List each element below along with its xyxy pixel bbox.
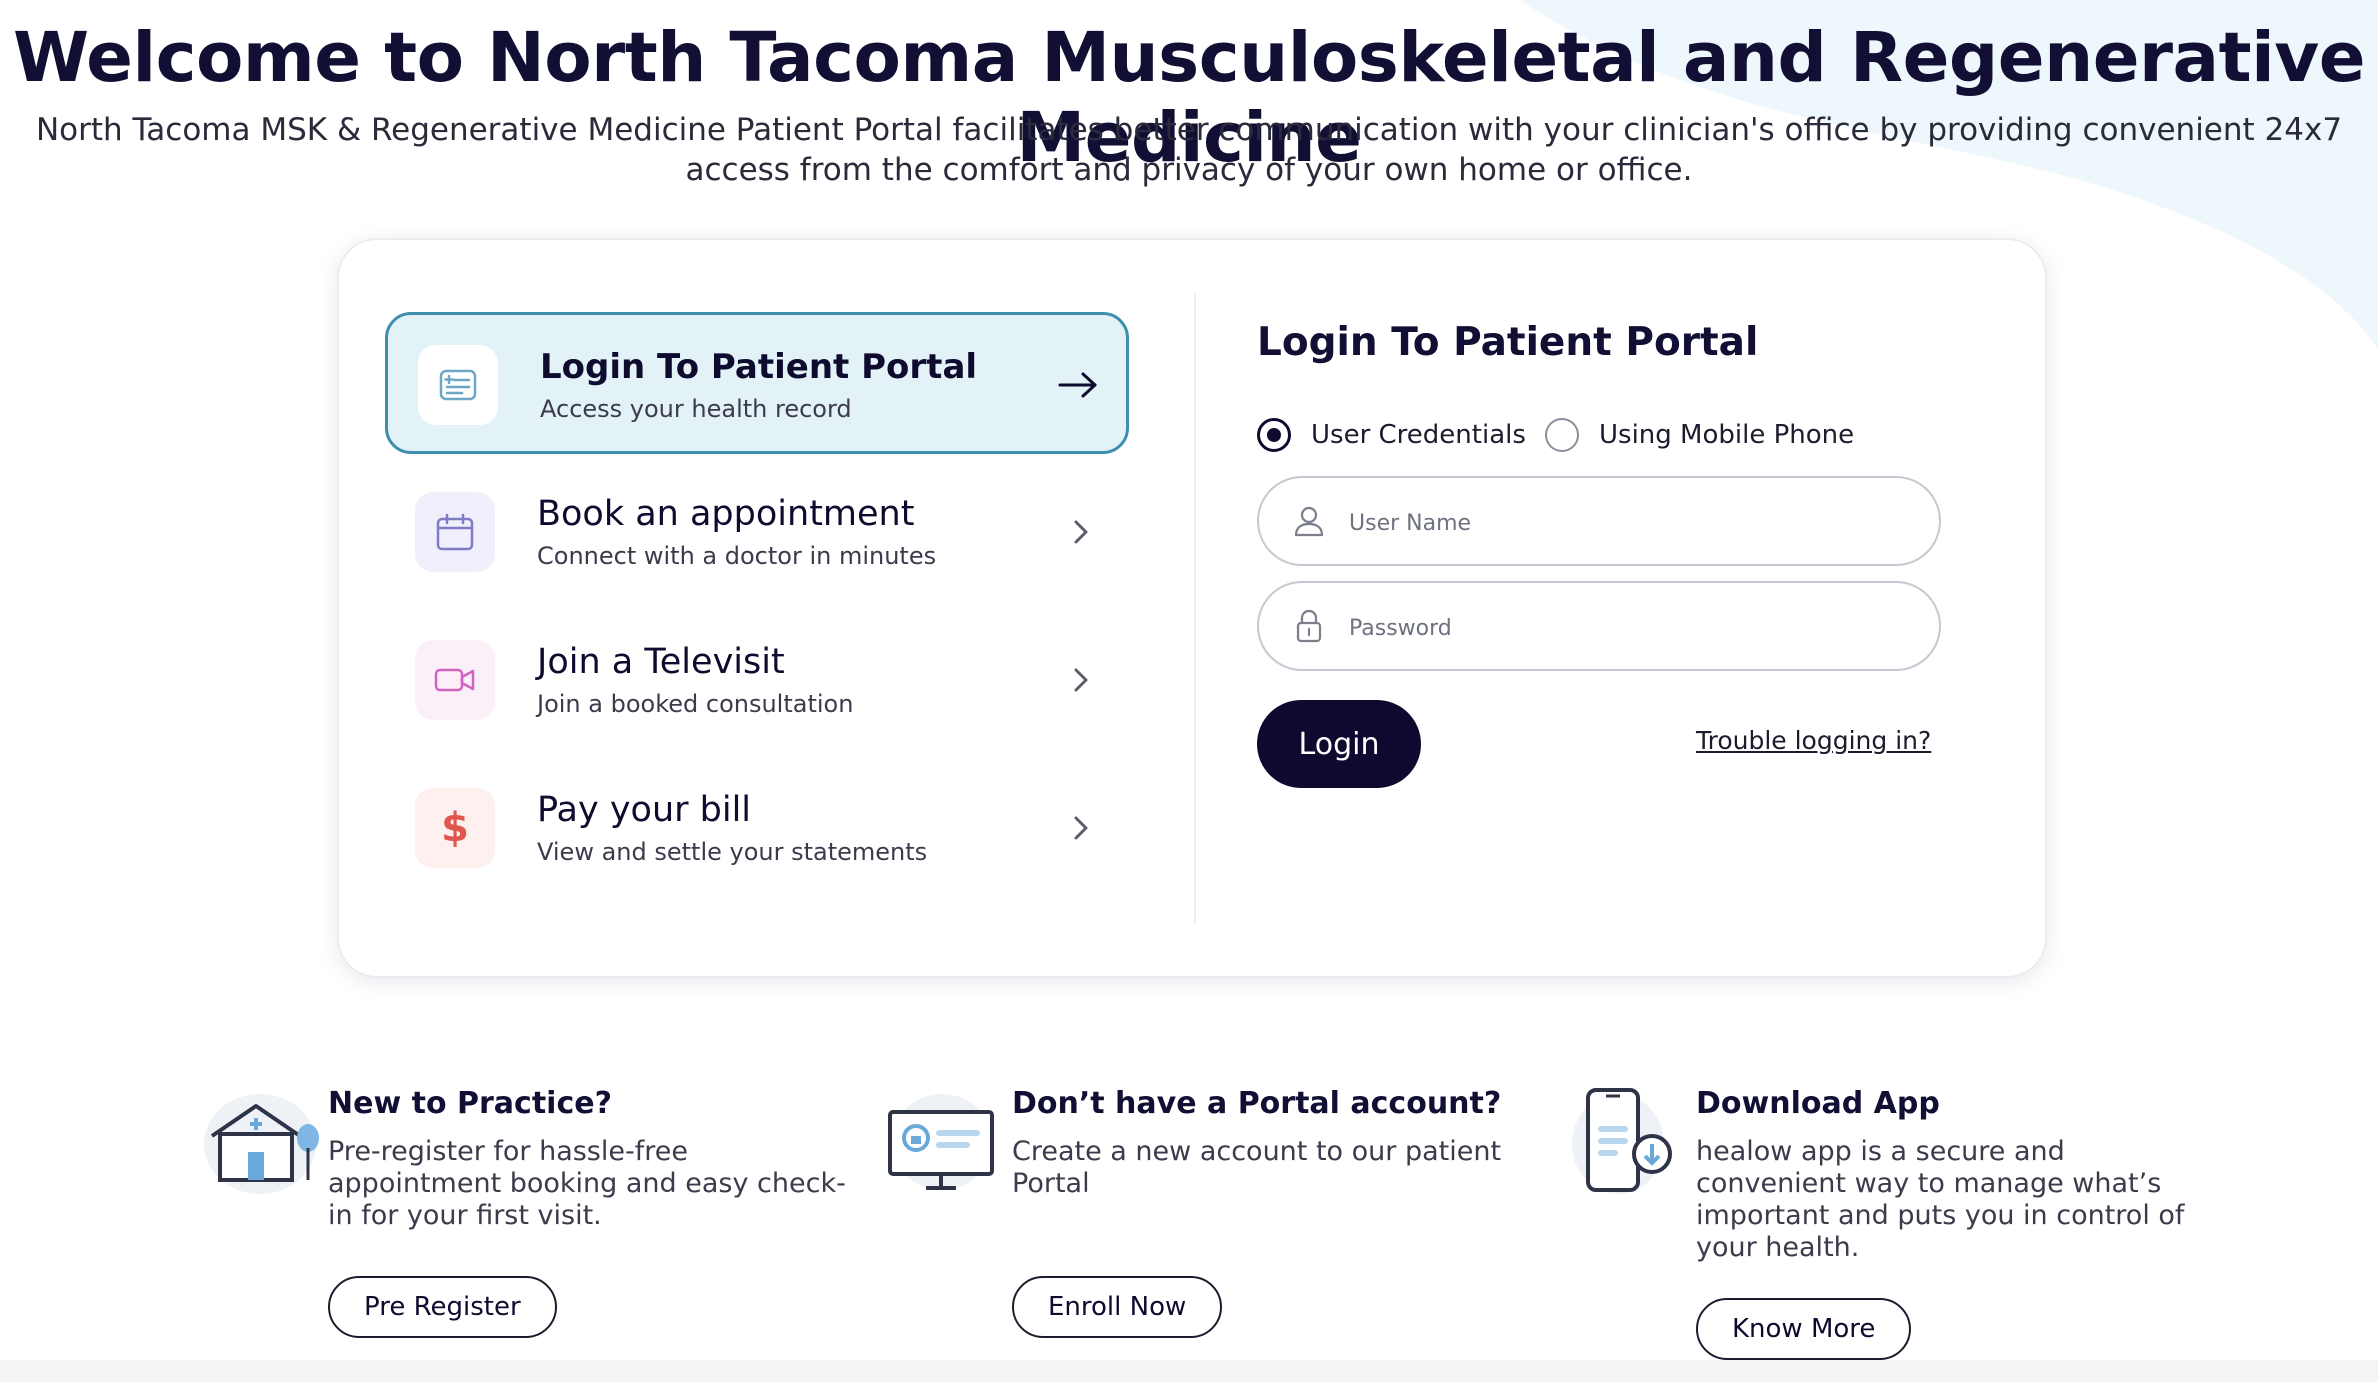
id-card-icon [418,345,498,425]
chevron-right-icon [1055,654,1107,706]
password-input[interactable] [1347,601,1911,655]
radio-label: Using Mobile Phone [1599,420,1855,450]
calendar-icon [415,492,495,572]
video-camera-icon [415,640,495,720]
footer-band [0,1360,2378,1382]
menu-item-login-portal[interactable]: Login To Patient Portal Access your heal… [385,312,1129,454]
radio-user-credentials[interactable]: User Credentials [1257,418,1526,452]
menu-item-title: Login To Patient Portal [540,347,978,387]
dollar-icon: $ [415,788,495,868]
chevron-right-icon [1055,506,1107,558]
password-field[interactable] [1257,581,1941,671]
menu-item-subtitle: Join a booked consultation [537,690,854,718]
menu-item-title: Join a Televisit [537,642,785,682]
username-input[interactable] [1347,496,1911,550]
promo-title: Download App [1696,1086,1940,1121]
username-field[interactable] [1257,476,1941,566]
radio-button-checked[interactable] [1257,418,1291,452]
menu-item-book-appointment[interactable]: Book an appointment Connect with a docto… [385,462,1129,604]
menu-item-pay-bill[interactable]: $ Pay your bill View and settle your sta… [385,758,1129,900]
clinic-building-icon [204,1094,319,1194]
menu-item-subtitle: View and settle your statements [537,838,928,866]
promo-title: Don’t have a Portal account? [1012,1086,1502,1121]
login-button[interactable]: Login [1257,700,1421,788]
radio-label: User Credentials [1311,420,1526,450]
intro-text: North Tacoma MSK & Regenerative Medicine… [35,112,2343,188]
lock-icon [1296,609,1322,643]
chevron-right-icon [1055,802,1107,854]
card-divider [1194,294,1196,924]
know-more-button[interactable]: Know More [1696,1298,1912,1360]
mobile-app-icon [1572,1088,1672,1194]
radio-button[interactable] [1545,418,1579,452]
pre-register-button[interactable]: Pre Register [328,1276,557,1338]
monitor-icon [888,1094,994,1190]
promo-title: New to Practice? [328,1086,612,1121]
menu-item-join-televisit[interactable]: Join a Televisit Join a booked consultat… [385,610,1129,752]
promo-text: healow app is a secure and convenient wa… [1696,1136,2185,1263]
menu-item-title: Book an appointment [537,494,915,534]
enroll-now-button[interactable]: Enroll Now [1012,1276,1223,1338]
user-icon [1294,506,1324,537]
trouble-logging-in-link[interactable]: Trouble logging in? [1696,726,1931,755]
menu-item-subtitle: Access your health record [540,395,852,423]
menu-item-title: Pay your bill [537,790,752,830]
login-panel-title: Login To Patient Portal [1257,320,1759,365]
arrow-right-icon [1052,359,1104,411]
promo-text: Pre-register for hassle-free appointment… [328,1136,846,1231]
portal-card: Login To Patient Portal Access your heal… [337,238,2047,978]
menu-item-subtitle: Connect with a doctor in minutes [537,542,937,570]
radio-mobile-phone[interactable]: Using Mobile Phone [1545,418,1854,452]
promo-text: Create a new account to our patient Port… [1012,1136,1502,1199]
